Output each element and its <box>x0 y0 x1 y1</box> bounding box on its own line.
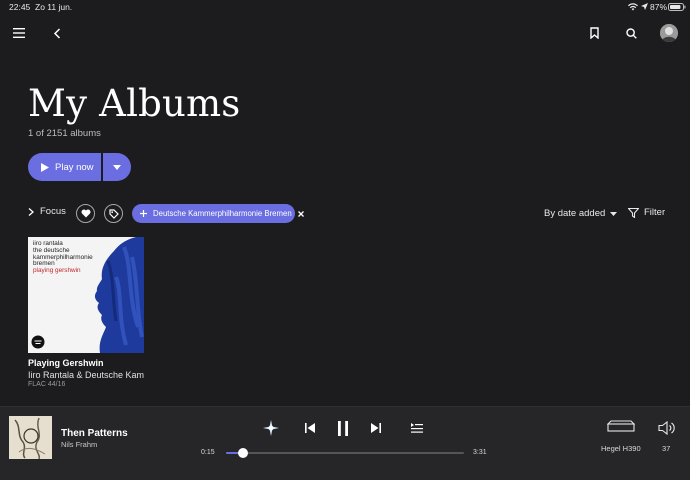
page-title: My Albums <box>28 82 241 125</box>
play-icon <box>41 162 49 172</box>
focus-toggle[interactable]: Focus <box>28 206 66 217</box>
progress-handle[interactable] <box>237 448 248 458</box>
previous-track-icon[interactable] <box>303 421 317 435</box>
focus-label: Focus <box>40 206 66 217</box>
output-device-label[interactable]: Hegel H390 <box>601 444 641 453</box>
menu-icon[interactable] <box>12 26 26 40</box>
now-playing-cover[interactable] <box>9 416 52 459</box>
play-options-button[interactable] <box>103 153 131 181</box>
caret-down-icon <box>113 164 121 170</box>
album-artist[interactable]: Iiro Rantala & Deutsche Kammerphilharmon… <box>28 370 144 380</box>
play-now-label: Play now <box>55 161 94 173</box>
sort-dropdown[interactable]: By date added <box>544 208 618 219</box>
chip-label: Deutsche Kammerphilharmonie Bremen <box>153 209 292 218</box>
tag-filter-button[interactable] <box>104 204 123 223</box>
tag-icon <box>108 208 119 219</box>
album-cover[interactable]: iiro rantala the deutsche kammerphilharm… <box>28 237 144 353</box>
now-playing-title[interactable]: Then Patterns <box>61 428 128 439</box>
search-icon[interactable] <box>624 26 638 40</box>
chevron-right-icon <box>28 207 34 216</box>
album-count: 1 of 2151 albums <box>28 128 101 139</box>
status-time: 22:45 <box>9 2 31 12</box>
plus-icon <box>140 210 147 217</box>
amplifier-icon[interactable] <box>606 418 636 434</box>
album-title[interactable]: Playing Gershwin <box>28 358 104 368</box>
filter-label: Filter <box>644 207 666 218</box>
volume-level: 37 <box>662 444 671 453</box>
status-date: Zo 11 jun. <box>35 2 73 12</box>
elapsed-time: 0:15 <box>201 449 215 456</box>
close-icon[interactable] <box>297 210 304 217</box>
next-track-icon[interactable] <box>369 421 383 435</box>
heart-icon <box>81 209 91 218</box>
favorites-filter-button[interactable] <box>76 204 95 223</box>
player-bar <box>0 406 690 480</box>
filter-button[interactable]: Filter <box>628 207 665 218</box>
sparkle-icon[interactable] <box>262 419 280 437</box>
play-now-button[interactable]: Play now <box>28 153 101 181</box>
avatar[interactable] <box>660 24 678 42</box>
progress-track[interactable] <box>226 452 464 454</box>
funnel-icon <box>628 207 639 218</box>
wifi-icon <box>628 2 638 11</box>
sort-label: By date added <box>544 208 606 219</box>
cover-art-text: iiro rantala the deutsche kammerphilharm… <box>33 240 93 275</box>
duration-time: 3:31 <box>473 449 487 456</box>
album-format-badge: FLAC 44/16 <box>28 381 66 388</box>
now-playing-artist[interactable]: Nils Frahm <box>61 440 97 449</box>
battery-percent: 87% <box>650 2 668 12</box>
battery-icon <box>668 2 686 11</box>
back-icon[interactable] <box>50 26 64 40</box>
volume-icon[interactable] <box>657 420 677 436</box>
caret-down-icon <box>610 211 618 216</box>
bookmark-icon[interactable] <box>587 26 601 40</box>
location-icon <box>640 2 648 11</box>
queue-icon[interactable] <box>410 421 424 435</box>
active-filter-chip[interactable]: Deutsche Kammerphilharmonie Bremen <box>132 204 304 223</box>
pause-icon[interactable] <box>335 419 351 437</box>
